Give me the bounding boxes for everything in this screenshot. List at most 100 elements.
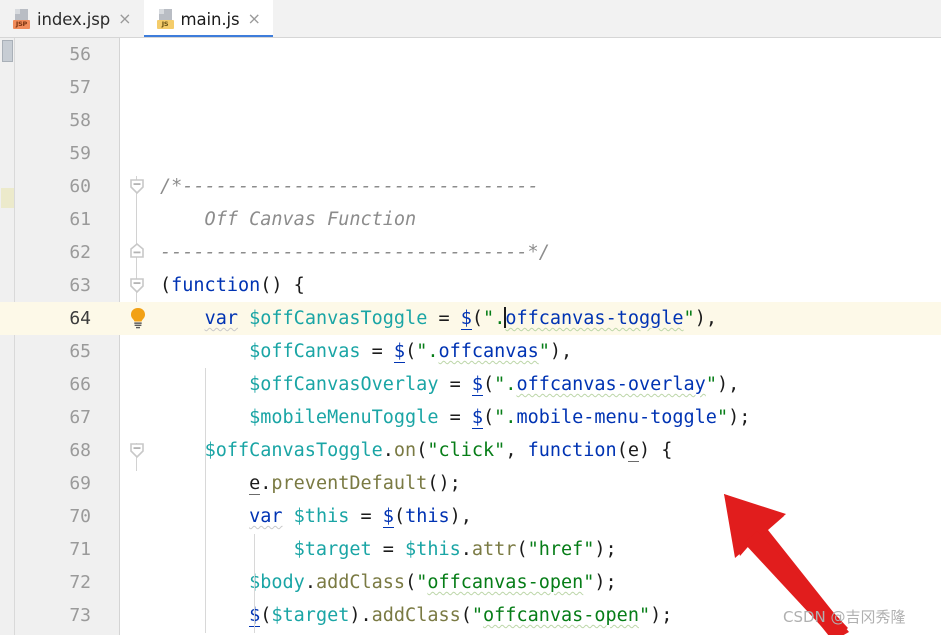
code-token: , (505, 440, 528, 461)
code-token: ); (728, 407, 751, 428)
code-line-66[interactable]: 66 $offCanvasOverlay = $(".offcanvas-ove… (0, 368, 941, 401)
jsp-file-icon-badge: JSP (13, 20, 30, 29)
code-token: "click" (427, 440, 506, 461)
lightbulb-icon[interactable] (128, 306, 148, 330)
code-token: Off Canvas Function (160, 209, 417, 230)
code-token: addClass (371, 605, 461, 626)
code-token: $target (271, 605, 350, 626)
line-number-59: 59 (69, 143, 91, 164)
code-token: e (627, 440, 639, 462)
jsp-file-icon: JSP (13, 9, 30, 29)
code-text-70: var $this = $(this), (160, 500, 472, 533)
code-text-65: $offCanvas = $(".offcanvas"), (160, 335, 572, 368)
code-line-56[interactable]: 56 (0, 38, 941, 71)
code-token: " (583, 572, 595, 593)
editor-area[interactable]: 56 57 58 59 60 /*----------------------------… (0, 38, 941, 635)
code-line-57[interactable]: 57 (0, 71, 941, 104)
code-token: ( (393, 506, 406, 527)
code-token: " (538, 341, 550, 362)
code-token: ( (416, 440, 428, 461)
line-number-64: 64 (69, 308, 91, 329)
code-token: = (371, 539, 406, 560)
js-file-icon: JS (156, 9, 174, 29)
code-token: ( (160, 275, 172, 296)
tab-close-icon-main-js[interactable]: × (247, 11, 262, 27)
code-token: $this (293, 506, 350, 527)
editor-window: JSP index.jsp × JS main.js × 56 57 58 59… (0, 0, 941, 635)
code-token: addClass (315, 572, 406, 593)
code-token: . (460, 539, 472, 560)
code-token: " (638, 605, 651, 626)
code-text-62: ---------------------------------*/ (160, 236, 550, 269)
code-token: offcanvas-open (427, 572, 584, 593)
line-number-61: 61 (69, 209, 91, 230)
code-line-65[interactable]: 65 $offCanvas = $(".offcanvas"), (0, 335, 941, 368)
code-line-70[interactable]: 70 var $this = $(this), (0, 500, 941, 533)
code-token: offcanvas (438, 341, 539, 362)
code-token: ( (483, 374, 495, 395)
fold-collapse-icon[interactable] (128, 440, 146, 460)
line-number-69: 69 (69, 473, 91, 494)
tab-close-icon-index-jsp[interactable]: × (117, 11, 132, 27)
line-number-62: 62 (69, 242, 91, 263)
fold-collapse-icon[interactable] (128, 275, 146, 295)
code-token: ( (405, 341, 417, 362)
code-token: /*-------------------------------- (160, 176, 539, 197)
code-token: " (705, 374, 717, 395)
fold-end-icon[interactable] (128, 242, 146, 262)
code-token: ); (650, 605, 673, 626)
code-token: ) (349, 605, 361, 626)
code-line-67[interactable]: 67 $mobileMenuToggle = $(".mobile-menu-t… (0, 401, 941, 434)
code-token: ". (494, 407, 517, 428)
code-token: function (527, 440, 617, 461)
code-token: " (483, 308, 495, 329)
line-number-67: 67 (69, 407, 91, 428)
code-text-73: $($target).addClass("offcanvas-open"); (160, 599, 672, 632)
code-token: ". (494, 374, 517, 395)
code-line-61[interactable]: 61 Off Canvas Function (0, 203, 941, 236)
code-text-63: (function() { (160, 269, 305, 302)
code-line-69[interactable]: 69 e.preventDefault(); (0, 467, 941, 500)
code-text-68: $offCanvasToggle.on("click", function(e)… (160, 434, 672, 467)
tab-label-index-jsp: index.jsp (37, 9, 111, 29)
code-token: ( (516, 539, 528, 560)
tab-main-js[interactable]: JS main.js × (143, 0, 273, 38)
line-number-58: 58 (69, 110, 91, 131)
code-token: $mobileMenuToggle (249, 407, 439, 428)
code-token: $offCanvasOverlay (249, 374, 439, 395)
line-number-56: 56 (69, 44, 91, 65)
code-text-66: $offCanvasOverlay = $(".offcanvas-overla… (160, 368, 739, 401)
code-token: ( (260, 605, 272, 626)
code-token: preventDefault (271, 473, 428, 494)
csdn-watermark: CSDN @吉冈秀隆 (783, 608, 906, 626)
code-line-71[interactable]: 71 $target = $this.attr("href"); (0, 533, 941, 566)
code-token: " (471, 605, 484, 626)
code-token: = (427, 308, 461, 329)
code-token: $offCanvasToggle (249, 308, 428, 329)
code-token: ), (716, 374, 740, 395)
tab-label-main-js: main.js (180, 9, 240, 29)
tab-index-jsp[interactable]: JSP index.jsp × (0, 0, 144, 38)
indent-guide (205, 368, 206, 500)
code-lines: 56 57 58 59 60 /*----------------------------… (0, 38, 941, 635)
code-line-58[interactable]: 58 (0, 104, 941, 137)
code-line-59[interactable]: 59 (0, 137, 941, 170)
code-text-72: $body.addClass("offcanvas-open"); (160, 566, 617, 599)
editor-tab-bar: JSP index.jsp × JS main.js × (0, 0, 941, 38)
code-token: function (171, 275, 261, 296)
line-number-57: 57 (69, 77, 91, 98)
fold-collapse-icon[interactable] (128, 176, 146, 196)
code-token: attr (471, 539, 517, 560)
code-token: ); (594, 539, 617, 560)
code-token: ( (616, 440, 628, 461)
code-token: var (249, 506, 283, 527)
code-line-72[interactable]: 72 $body.addClass("offcanvas-open"); (0, 566, 941, 599)
js-file-icon-badge: JS (156, 20, 174, 29)
line-number-66: 66 (69, 374, 91, 395)
code-token: $ (382, 506, 394, 528)
